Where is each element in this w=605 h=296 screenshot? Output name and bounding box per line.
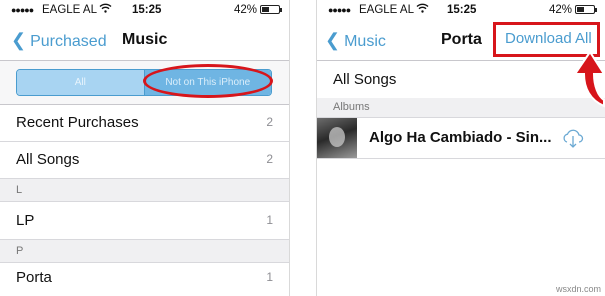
- list-item-count: 2: [266, 152, 273, 166]
- wifi-icon: [99, 3, 112, 16]
- watermark: wsxdn.com: [555, 284, 601, 294]
- red-arrow-icon: [573, 50, 605, 108]
- carrier-label: EAGLE AL: [359, 4, 414, 16]
- list-item-label: Recent Purchases: [16, 114, 139, 131]
- list-item-label: All Songs: [16, 151, 80, 168]
- list-item-lp[interactable]: LP 1: [0, 202, 289, 240]
- nav-bar: ❮ Purchased Music: [0, 20, 289, 61]
- album-cover: [317, 118, 357, 158]
- battery-percent: 42%: [234, 4, 258, 16]
- list-item-count: 2: [266, 115, 273, 129]
- list-item-recent-purchases[interactable]: Recent Purchases 2: [0, 104, 289, 142]
- status-bar: ●●●●● EAGLE AL 15:25 42%: [0, 0, 289, 20]
- segment-all[interactable]: All: [17, 70, 145, 95]
- list-item-label: All Songs: [333, 71, 397, 88]
- back-label: Purchased: [30, 33, 107, 50]
- right-phone-screen: ●●●●● EAGLE AL 15:25 42% ❮ Music Porta Do…: [316, 0, 605, 296]
- section-header-l: L: [0, 179, 289, 202]
- section-title: Albums: [333, 101, 370, 113]
- chevron-left-icon: ❮: [325, 30, 341, 50]
- list-item-count: 1: [266, 270, 273, 284]
- chevron-left-icon: ❮: [11, 30, 27, 50]
- album-title: Algo Ha Cambiado - Sin...: [369, 129, 552, 146]
- wifi-icon: [416, 3, 429, 16]
- list-item-porta[interactable]: Porta 1: [0, 259, 289, 296]
- left-phone-screen: ●●●●● EAGLE AL 15:25 42% ❮ Purchased Musi…: [0, 0, 290, 296]
- section-letter: L: [16, 184, 23, 196]
- back-button[interactable]: ❮ Music: [325, 30, 386, 51]
- carrier-label: EAGLE AL: [42, 4, 97, 16]
- battery-icon: [260, 5, 282, 14]
- page-title: Music: [122, 31, 168, 48]
- page-title: Porta: [441, 31, 482, 48]
- list-item-count: 1: [266, 213, 273, 227]
- list-item-label: Porta: [16, 269, 52, 286]
- section-letter: P: [16, 245, 24, 257]
- status-time: 15:25: [447, 4, 477, 16]
- status-time: 15:25: [132, 4, 162, 16]
- back-label: Music: [344, 33, 386, 50]
- battery-percent: 42%: [549, 4, 573, 16]
- album-row[interactable]: Algo Ha Cambiado - Sin...: [317, 118, 605, 159]
- cloud-download-icon[interactable]: [561, 126, 585, 150]
- list-item-all-songs[interactable]: All Songs 2: [0, 141, 289, 179]
- signal-icon: ●●●●●: [328, 5, 351, 15]
- back-button[interactable]: ❮ Purchased: [11, 30, 107, 51]
- signal-icon: ●●●●●: [11, 5, 34, 15]
- battery-icon: [575, 5, 597, 14]
- status-bar: ●●●●● EAGLE AL 15:25 42%: [317, 0, 605, 20]
- highlight-oval: [143, 64, 273, 98]
- list-item-label: LP: [16, 212, 35, 229]
